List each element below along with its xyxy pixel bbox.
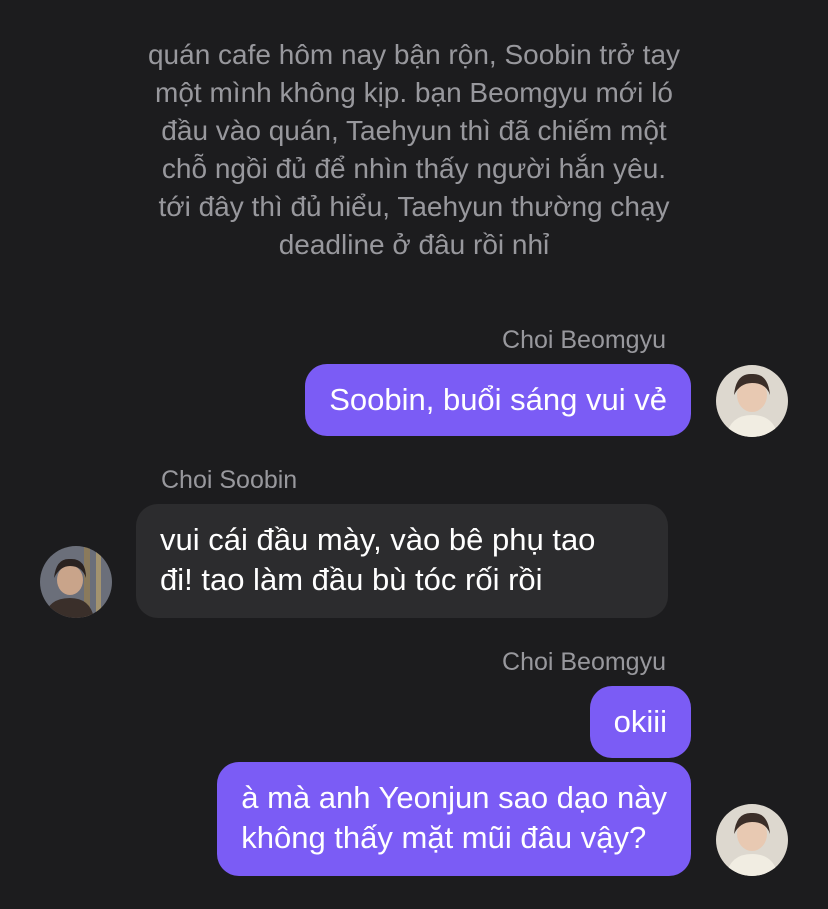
- sender-name-soobin: Choi Soobin: [161, 466, 298, 494]
- avatar-soobin-image: [40, 546, 112, 618]
- sender-name-beomgyu: Choi Beomgyu: [502, 326, 666, 354]
- message-bubble-outgoing[interactable]: okiii: [589, 686, 691, 758]
- sender-name-beomgyu: Choi Beomgyu: [502, 648, 666, 676]
- avatar-beomgyu[interactable]: [716, 804, 788, 876]
- avatar-beomgyu-image: [716, 365, 788, 437]
- avatar-beomgyu-image: [716, 804, 788, 876]
- message-bubble-outgoing[interactable]: Soobin, buổi sáng vui vẻ: [305, 364, 691, 436]
- message-bubble-outgoing[interactable]: à mà anh Yeonjun sao dạo này không thấy …: [217, 762, 691, 876]
- message-bubble-incoming[interactable]: vui cái đầu mày, vào bê phụ tao đi! tao …: [136, 504, 668, 618]
- avatar-soobin[interactable]: [40, 546, 112, 618]
- narration-text: quán cafe hôm nay bận rộn, Soobin trở ta…: [147, 39, 681, 260]
- avatar-beomgyu[interactable]: [716, 365, 788, 437]
